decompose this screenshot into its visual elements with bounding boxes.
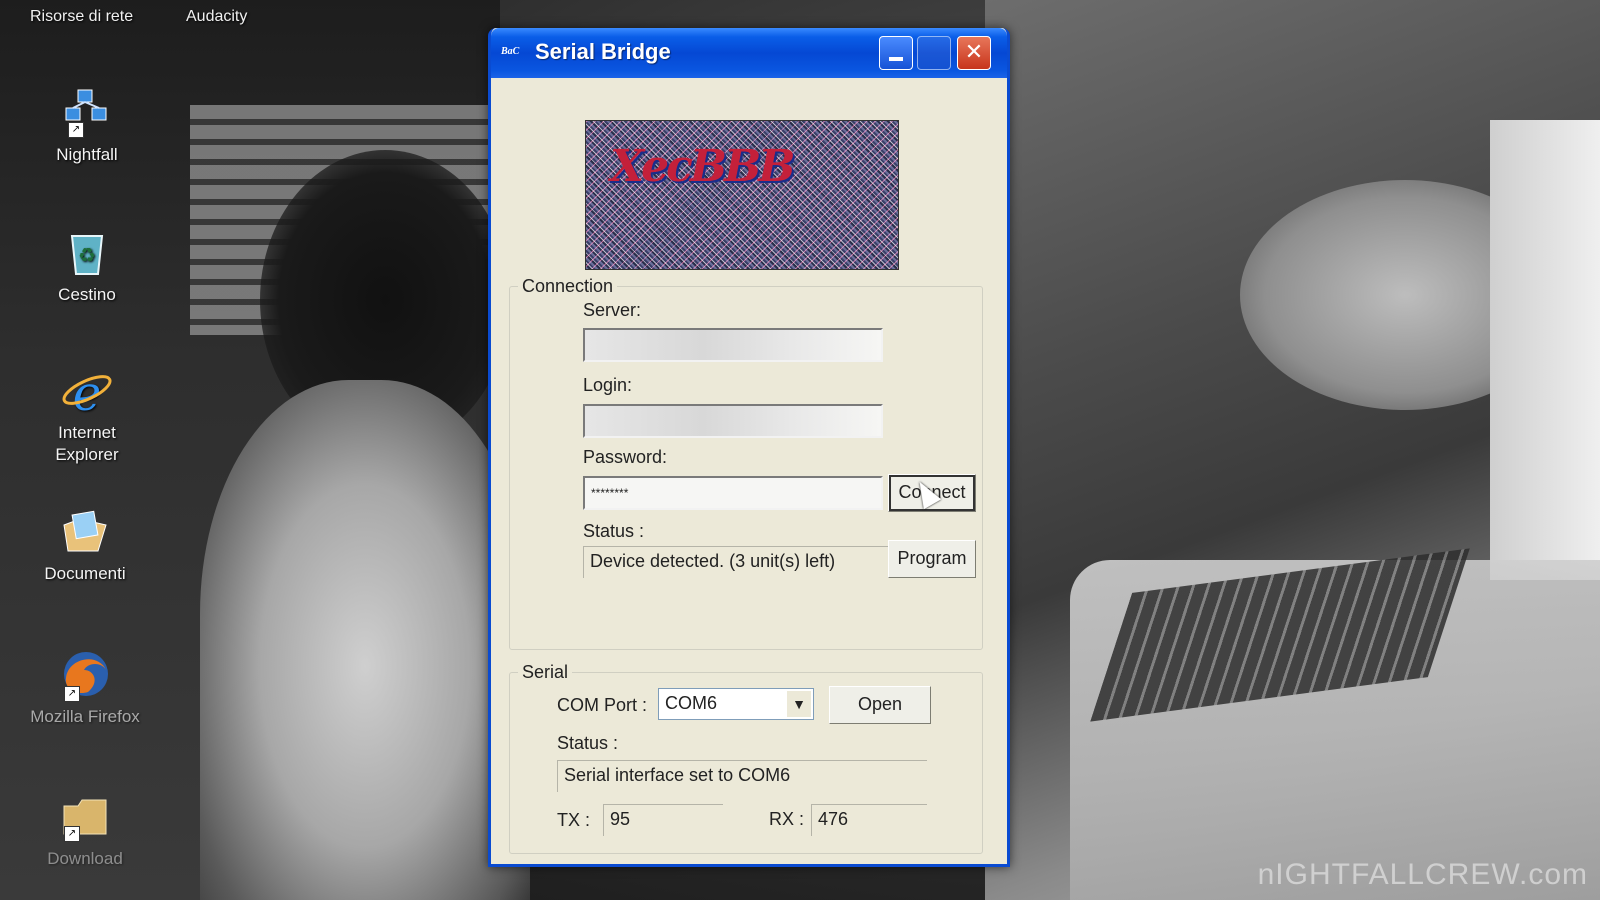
desktop-icon-internet-explorer[interactable]: e Internet Explorer [22, 364, 152, 466]
desktop-icon-cestino[interactable]: ♻ Cestino [22, 226, 152, 306]
login-label: Login: [583, 375, 633, 395]
rx-value: 476 [811, 804, 927, 836]
close-icon: ✕ [964, 40, 984, 65]
desktop-label-audacity[interactable]: Audacity [186, 8, 247, 26]
desktop-icon-documenti[interactable]: Documenti [20, 505, 150, 585]
maximize-button[interactable] [917, 36, 951, 70]
recycle-bin-icon: ♻ [60, 226, 114, 280]
login-input[interactable] [583, 404, 883, 438]
desktop-icon-label: Cestino [58, 285, 116, 304]
desktop-icon-label: Internet Explorer [55, 423, 119, 464]
window-titlebar[interactable]: BaC Serial Bridge ✕ [491, 28, 1007, 78]
serial-status-value: Serial interface set to COM6 [557, 760, 927, 792]
close-button[interactable]: ✕ [957, 36, 991, 70]
desktop-icon-label: Nightfall [56, 145, 118, 164]
serial-group-label: Serial [522, 662, 569, 682]
desktop-icon-label: Mozilla Firefox [30, 707, 140, 726]
desktop-icon-label: Documenti [44, 564, 126, 583]
connection-status-value: Device detected. (3 unit(s) left) [583, 546, 888, 578]
minimize-button[interactable] [879, 36, 913, 70]
desktop-icon-download[interactable]: ↗ Download [20, 790, 150, 870]
tx-label: TX : [557, 810, 591, 830]
svg-text:e: e [73, 366, 101, 418]
connection-status-label: Status : [583, 521, 645, 541]
desktop-icon-nightfall[interactable]: ↗ Nightfall [22, 86, 152, 166]
app-logo-text: XecBBB [610, 141, 795, 192]
wallpaper-figure-left [200, 380, 530, 900]
download-folder-icon: ↗ [58, 790, 112, 844]
server-input[interactable] [583, 328, 883, 362]
desktop-icon-label: Download [47, 849, 123, 868]
firefox-icon: ↗ [58, 648, 112, 702]
server-label: Server: [583, 300, 642, 320]
rx-label: RX : [769, 809, 805, 829]
window-client-area: XecBBB Connection Server: Login: Passwor… [491, 78, 1001, 864]
chevron-down-icon[interactable]: ▼ [787, 691, 811, 717]
password-input[interactable]: ******** [583, 476, 883, 510]
app-logo-image: XecBBB [585, 120, 899, 270]
wallpaper-monitor [1490, 120, 1600, 580]
app-icon: BaC [501, 46, 520, 57]
serial-bridge-window: BaC Serial Bridge ✕ XecBBB Connection Se… [488, 28, 1010, 867]
connection-group-label: Connection [522, 276, 614, 296]
desktop: Risorse di rete Audacity ↗ Nightfall ♻ C… [0, 0, 1600, 900]
desktop-label-network[interactable]: Risorse di rete [30, 8, 133, 26]
documents-folder-icon [58, 505, 112, 559]
internet-explorer-icon: e [60, 364, 114, 422]
com-port-value: COM6 [665, 693, 718, 713]
com-port-select[interactable]: COM6 ▼ [658, 688, 814, 720]
tx-value: 95 [603, 804, 723, 836]
window-title: Serial Bridge [535, 39, 671, 64]
open-button[interactable]: Open [829, 686, 931, 724]
com-port-label: COM Port : [557, 695, 648, 715]
serial-status-label: Status : [557, 733, 619, 753]
svg-text:♻: ♻ [78, 243, 96, 267]
program-button[interactable]: Program [888, 540, 976, 578]
network-shortcut-icon: ↗ [60, 86, 114, 140]
password-label: Password: [583, 447, 668, 467]
desktop-icon-firefox[interactable]: ↗ Mozilla Firefox [20, 648, 150, 728]
watermark-text: nIGHTFALLCREW.com [1257, 858, 1588, 891]
